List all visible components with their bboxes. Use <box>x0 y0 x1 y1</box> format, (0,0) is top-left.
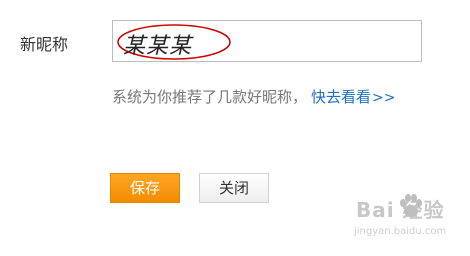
suggestion-link-label: 快去看看 <box>311 88 372 106</box>
suggestion-row: 系统为你推荐了几款好昵称， 快去看看>> <box>112 86 396 107</box>
paw-icon <box>400 194 422 217</box>
watermark-domain: jingyan.baidu.com <box>354 226 447 237</box>
suggestion-link[interactable]: 快去看看>> <box>311 88 395 106</box>
baidu-jingyan-watermark: Bai 经验 jingyan.baidu.com <box>318 186 460 248</box>
nickname-label: 新昵称 <box>20 35 69 54</box>
suggestion-text: 系统为你推荐了几款好昵称， <box>112 88 308 106</box>
save-button[interactable]: 保存 <box>110 173 180 203</box>
nickname-input[interactable]: 某某某 <box>112 20 422 62</box>
close-button[interactable]: 关闭 <box>199 173 269 203</box>
suggestion-link-arrow: >> <box>372 90 396 106</box>
nickname-value: 某某某 <box>123 34 193 59</box>
